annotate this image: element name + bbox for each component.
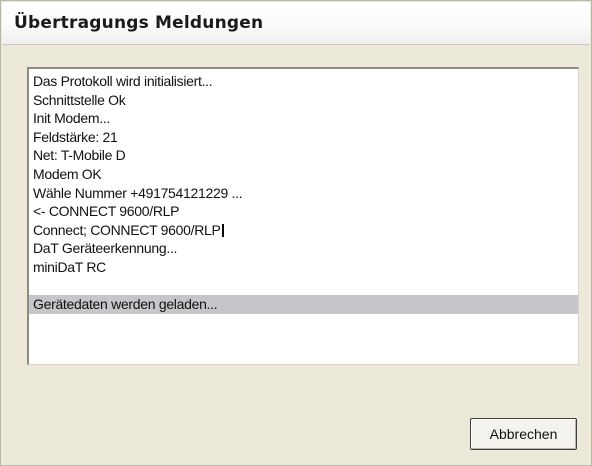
message-log-list[interactable]: Das Protokoll wird initialisiert... Schn… bbox=[27, 67, 579, 365]
log-line[interactable]: <- CONNECT 9600/RLP bbox=[29, 202, 578, 221]
log-line[interactable]: Wähle Nummer +491754121229 ... bbox=[29, 184, 578, 203]
log-line[interactable]: Schnittstelle Ok bbox=[29, 91, 578, 110]
log-line[interactable]: Connect; CONNECT 9600/RLP bbox=[29, 221, 578, 240]
window-title: Übertragungs Meldungen bbox=[14, 13, 264, 33]
log-line[interactable]: Das Protokoll wird initialisiert... bbox=[29, 72, 578, 91]
log-line[interactable]: Feldstärke: 21 bbox=[29, 128, 578, 147]
title-bar[interactable]: Übertragungs Meldungen bbox=[2, 2, 590, 45]
log-line[interactable]: Modem OK bbox=[29, 165, 578, 184]
log-line[interactable]: miniDaT RC bbox=[29, 258, 578, 277]
log-line[interactable]: Net: T-Mobile D bbox=[29, 146, 578, 165]
log-line-empty[interactable] bbox=[29, 277, 578, 296]
log-line-text: Connect; CONNECT 9600/RLP bbox=[33, 221, 221, 238]
transfer-messages-dialog: Übertragungs Meldungen Das Protokoll wir… bbox=[0, 0, 592, 466]
log-line-selected[interactable]: Gerätedaten werden geladen... bbox=[29, 295, 578, 314]
cancel-button[interactable]: Abbrechen bbox=[470, 418, 577, 450]
text-cursor bbox=[221, 223, 224, 237]
log-line[interactable]: DaT Geräteerkennung... bbox=[29, 239, 578, 258]
log-line[interactable]: Init Modem... bbox=[29, 109, 578, 128]
message-log-lines: Das Protokoll wird initialisiert... Schn… bbox=[29, 72, 578, 314]
